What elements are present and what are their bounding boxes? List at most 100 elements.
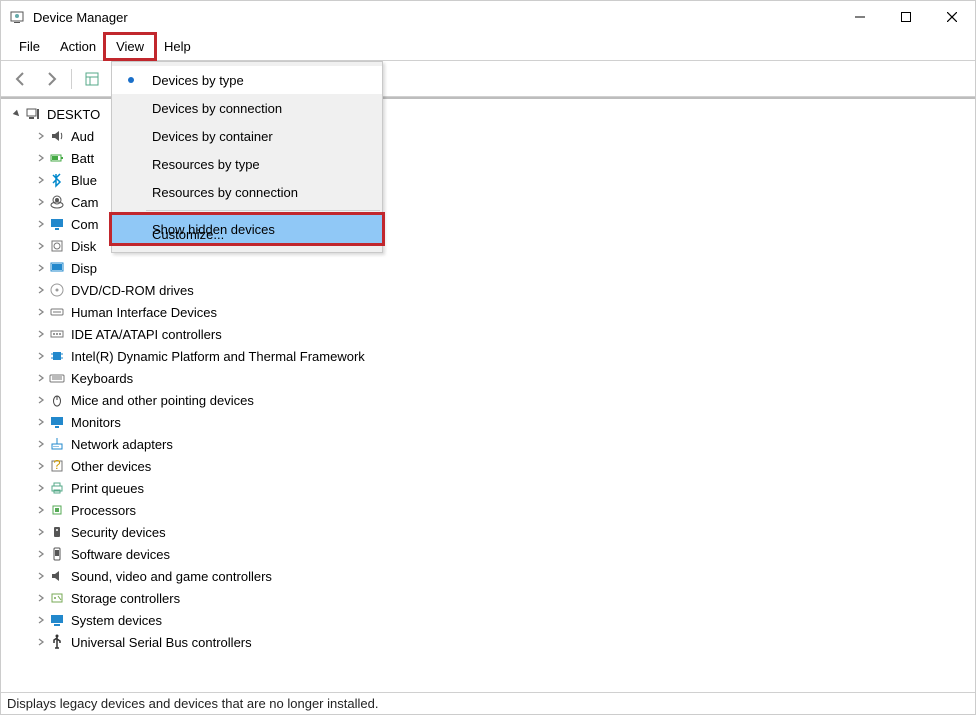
tree-node[interactable]: System devices — [7, 609, 975, 631]
tree-node[interactable]: Security devices — [7, 521, 975, 543]
cpu-icon — [49, 502, 65, 518]
tree-node[interactable]: Network adapters — [7, 433, 975, 455]
expand-icon[interactable] — [35, 526, 47, 538]
expand-icon[interactable] — [35, 460, 47, 472]
expand-icon[interactable] — [35, 438, 47, 450]
menu-item-resources-by-connection[interactable]: Resources by connection — [112, 178, 382, 206]
menu-item-resources-by-type[interactable]: Resources by type — [112, 150, 382, 178]
status-text: Displays legacy devices and devices that… — [7, 696, 378, 711]
printer-icon — [49, 480, 65, 496]
monitor-icon — [49, 216, 65, 232]
maximize-button[interactable] — [883, 1, 929, 33]
expand-icon[interactable] — [35, 504, 47, 516]
menu-view[interactable]: View — [106, 35, 154, 58]
expand-icon[interactable] — [35, 196, 47, 208]
menu-item-label: Customize... — [152, 227, 224, 242]
toolbar-separator — [71, 69, 72, 89]
show-hide-tree-button[interactable] — [78, 65, 106, 93]
menu-item-label: Resources by type — [152, 157, 260, 172]
forward-button[interactable] — [37, 65, 65, 93]
view-menu-dropdown: Devices by type Devices by connection De… — [111, 61, 383, 253]
tree-node[interactable]: IDE ATA/ATAPI controllers — [7, 323, 975, 345]
minimize-button[interactable] — [837, 1, 883, 33]
close-button[interactable] — [929, 1, 975, 33]
expand-icon[interactable] — [35, 614, 47, 626]
tree-node[interactable]: Print queues — [7, 477, 975, 499]
expand-icon[interactable] — [35, 306, 47, 318]
ide-icon — [49, 326, 65, 342]
tree-node[interactable]: Mice and other pointing devices — [7, 389, 975, 411]
expand-icon[interactable] — [35, 218, 47, 230]
tree-node-label: Processors — [71, 503, 136, 518]
tree-node-label: Universal Serial Bus controllers — [71, 635, 252, 650]
tree-node-label: Batt — [71, 151, 94, 166]
keyboard-icon — [49, 370, 65, 386]
tree-node[interactable]: Universal Serial Bus controllers — [7, 631, 975, 653]
network-icon — [49, 436, 65, 452]
tree-node[interactable]: Keyboards — [7, 367, 975, 389]
menu-item-label: Devices by container — [152, 129, 273, 144]
expand-icon[interactable] — [35, 394, 47, 406]
tree-node-label: IDE ATA/ATAPI controllers — [71, 327, 222, 342]
usb-icon — [49, 634, 65, 650]
expand-icon[interactable] — [35, 130, 47, 142]
menu-item-devices-by-container[interactable]: Devices by container — [112, 122, 382, 150]
expand-icon[interactable] — [35, 548, 47, 560]
expand-icon[interactable] — [35, 284, 47, 296]
expand-icon[interactable] — [35, 372, 47, 384]
expand-icon[interactable] — [35, 592, 47, 604]
software-icon — [49, 546, 65, 562]
menu-help[interactable]: Help — [154, 35, 201, 58]
tree-node[interactable]: Processors — [7, 499, 975, 521]
expand-icon[interactable] — [35, 482, 47, 494]
menu-item-label: Devices by type — [152, 73, 244, 88]
expand-icon[interactable] — [35, 328, 47, 340]
tree-node[interactable]: Software devices — [7, 543, 975, 565]
battery-icon — [49, 150, 65, 166]
menu-item-devices-by-connection[interactable]: Devices by connection — [112, 94, 382, 122]
back-button[interactable] — [7, 65, 35, 93]
tree-node-label: Blue — [71, 173, 97, 188]
tree-node-label: Disp — [71, 261, 97, 276]
expand-icon[interactable] — [35, 240, 47, 252]
expand-icon[interactable] — [35, 152, 47, 164]
other-icon: ? — [49, 458, 65, 474]
title-bar: Device Manager — [1, 1, 975, 33]
menu-file[interactable]: File — [9, 35, 50, 58]
menu-action[interactable]: Action — [50, 35, 106, 58]
tree-node[interactable]: ?Other devices — [7, 455, 975, 477]
tree-node[interactable]: Monitors — [7, 411, 975, 433]
tree-node[interactable]: Intel(R) Dynamic Platform and Thermal Fr… — [7, 345, 975, 367]
menu-item-customize[interactable]: Customize... — [112, 220, 382, 248]
expand-icon[interactable] — [35, 570, 47, 582]
menu-item-devices-by-type[interactable]: Devices by type — [112, 66, 382, 94]
expand-icon[interactable] — [35, 262, 47, 274]
window-title: Device Manager — [33, 10, 128, 25]
tree-node-label: Print queues — [71, 481, 144, 496]
dvd-icon — [49, 282, 65, 298]
tree-node-label: Disk — [71, 239, 96, 254]
chip-icon — [49, 348, 65, 364]
svg-text:?: ? — [53, 458, 60, 472]
expand-icon[interactable] — [35, 636, 47, 648]
collapse-icon[interactable] — [11, 108, 23, 120]
tree-node-label: Software devices — [71, 547, 170, 562]
security-icon — [49, 524, 65, 540]
sound-icon — [49, 568, 65, 584]
tree-node-label: Keyboards — [71, 371, 133, 386]
disk-icon — [49, 238, 65, 254]
mouse-icon — [49, 392, 65, 408]
tree-node[interactable]: Storage controllers — [7, 587, 975, 609]
expand-icon[interactable] — [35, 416, 47, 428]
tree-node[interactable]: Human Interface Devices — [7, 301, 975, 323]
expand-icon[interactable] — [35, 350, 47, 362]
expand-icon[interactable] — [35, 174, 47, 186]
display-icon — [49, 260, 65, 276]
tree-node[interactable]: Sound, video and game controllers — [7, 565, 975, 587]
tree-node[interactable]: DVD/CD-ROM drives — [7, 279, 975, 301]
menu-item-label: Resources by connection — [152, 185, 298, 200]
tree-node[interactable]: Disp — [7, 257, 975, 279]
menu-separator — [146, 210, 380, 211]
tree-node-label: Aud — [71, 129, 94, 144]
tree-node-label: Mice and other pointing devices — [71, 393, 254, 408]
